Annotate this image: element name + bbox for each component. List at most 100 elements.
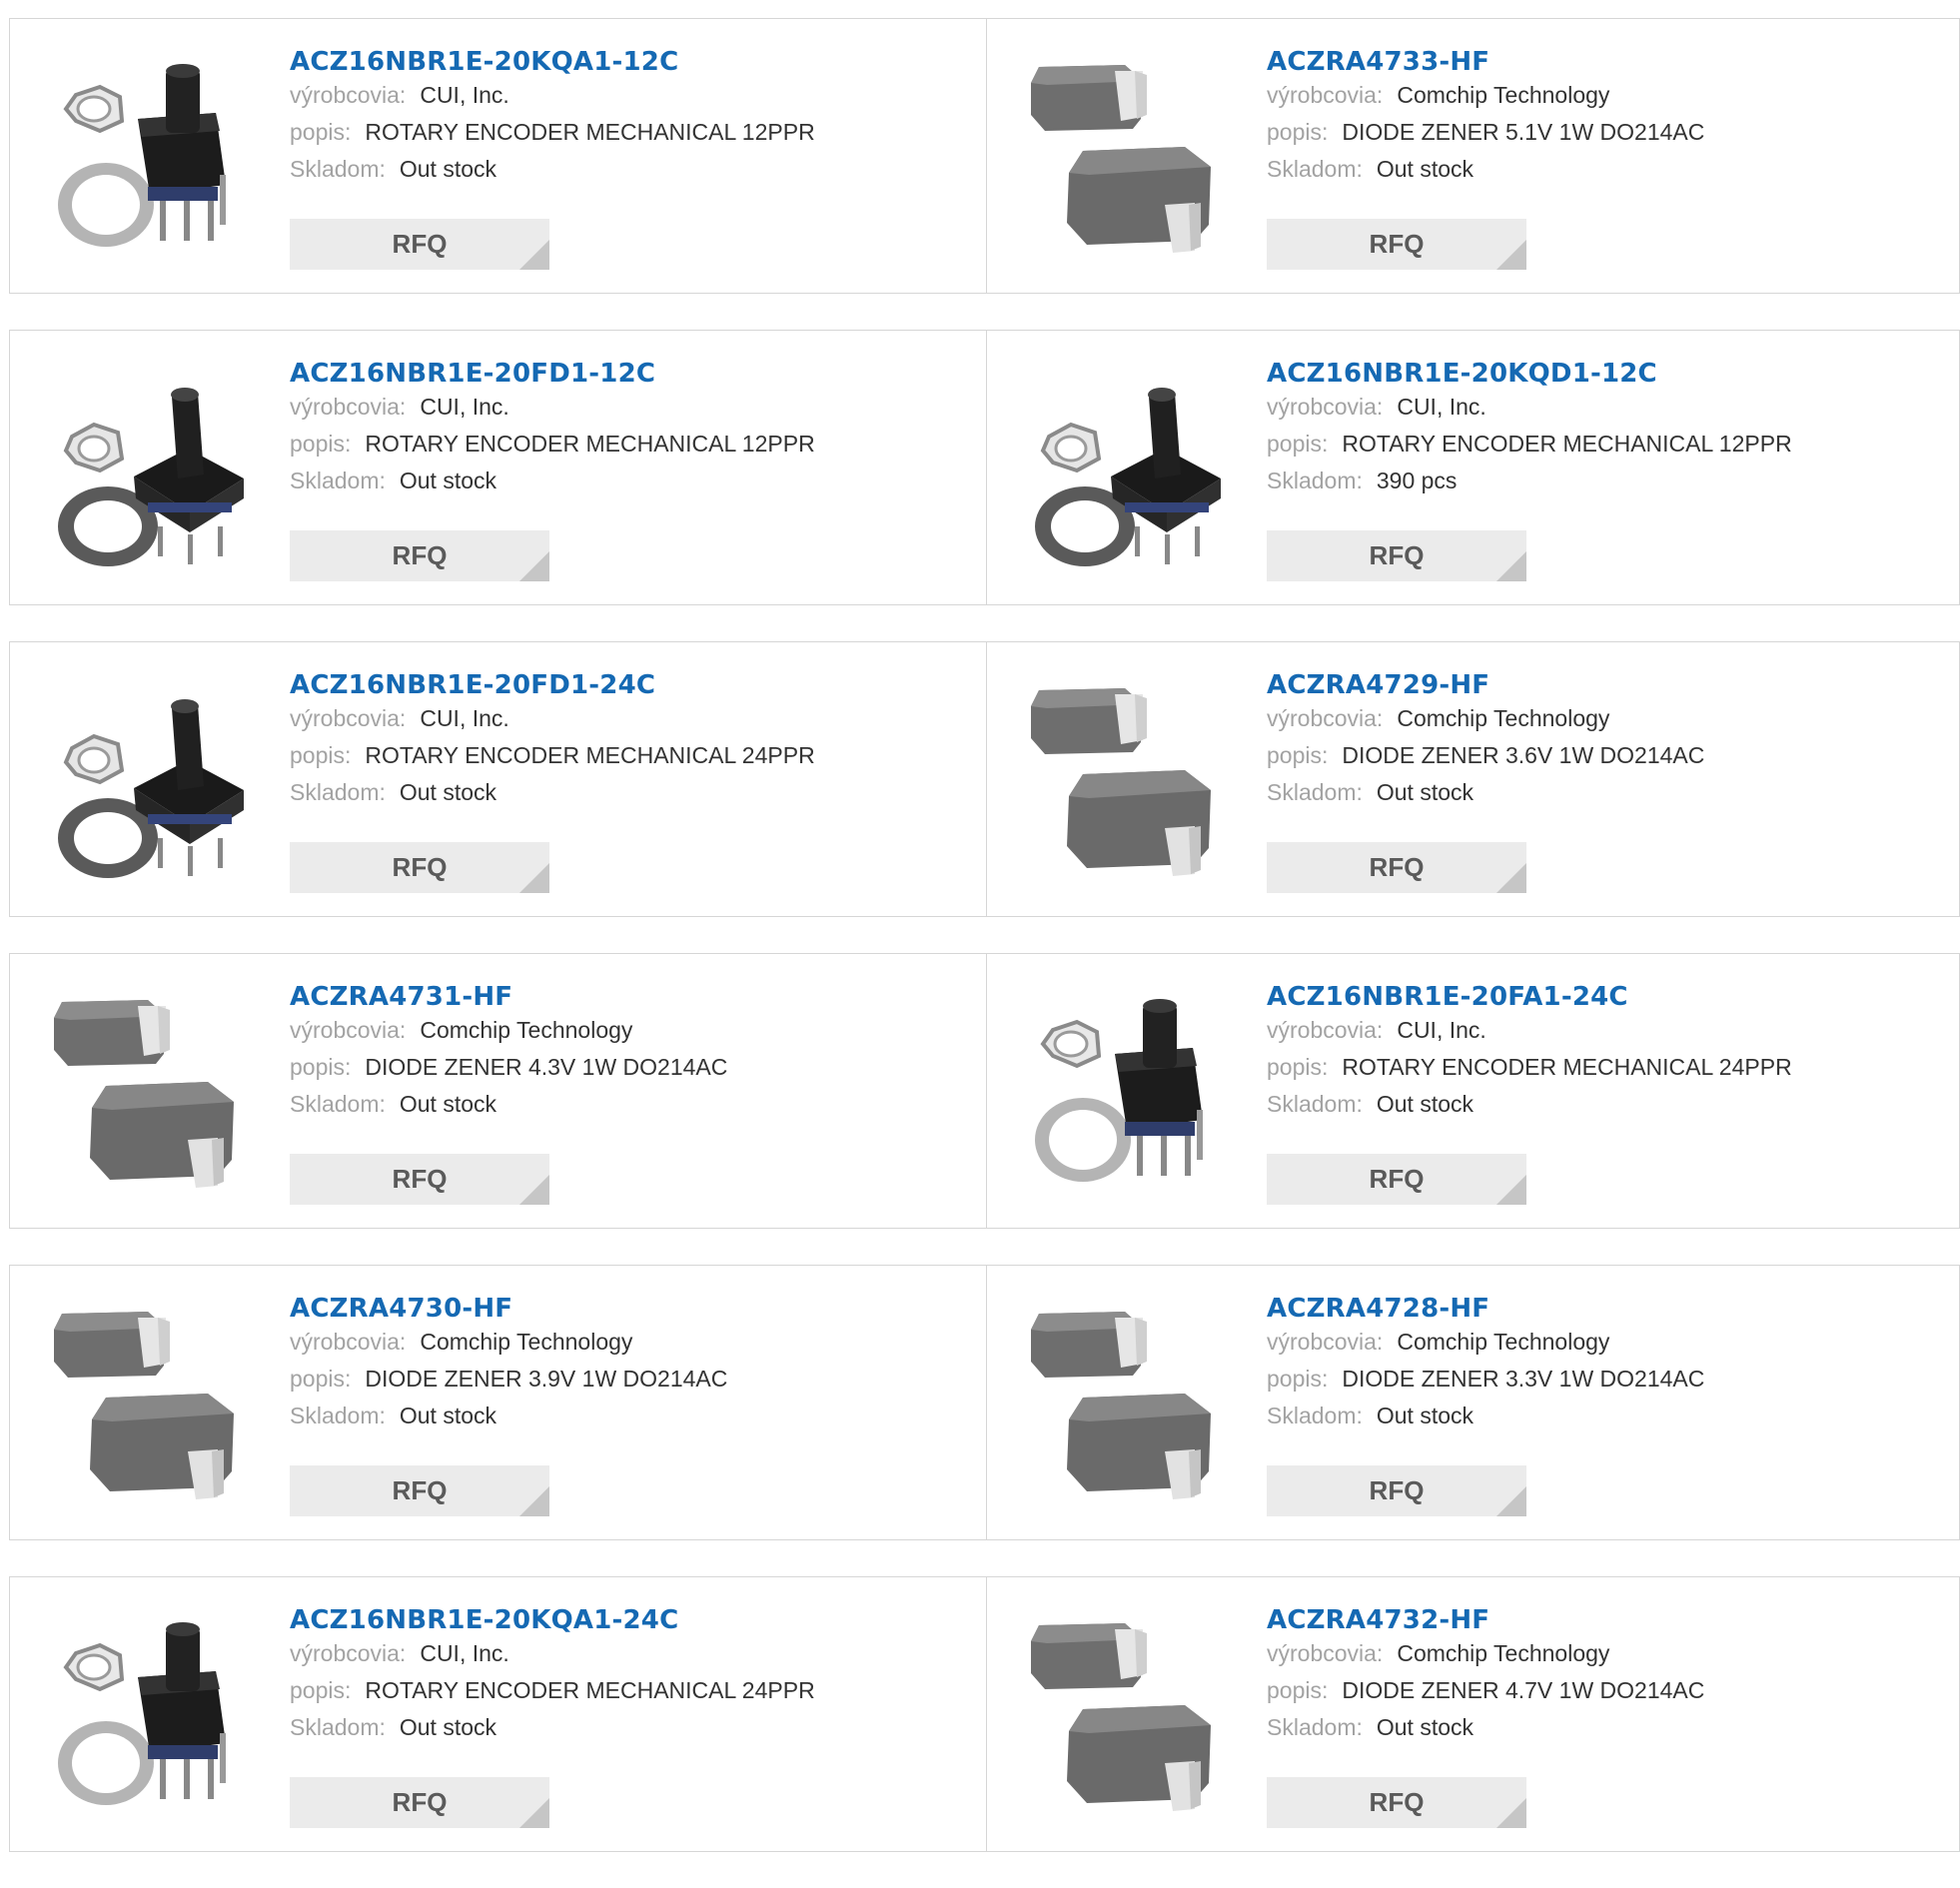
rfq-button[interactable]: RFQ [1267, 1777, 1526, 1828]
product-info: ACZRA4733-HF výrobcovia: Comchip Technolo… [1267, 47, 1704, 187]
rfq-button[interactable]: RFQ [1267, 1154, 1526, 1205]
part-number-link[interactable]: ACZRA4731-HF [290, 982, 727, 1012]
part-number-link[interactable]: ACZ16NBR1E-20FD1-24C [290, 670, 815, 700]
product-info: ACZ16NBR1E-20KQA1-24C výrobcovia: CUI, In… [290, 1605, 815, 1745]
manufacturer-value: Comchip Technology [420, 1017, 633, 1043]
manufacturer-label: výrobcovia: [290, 1640, 407, 1666]
rfq-button[interactable]: RFQ [290, 530, 549, 581]
stock-value: Out stock [1376, 1714, 1474, 1740]
manufacturer-value: Comchip Technology [1397, 705, 1610, 731]
manufacturer-value: CUI, Inc. [420, 82, 509, 108]
description-value: DIODE ZENER 3.9V 1W DO214AC [365, 1366, 728, 1392]
description-row: popis: ROTARY ENCODER MECHANICAL 24PPR [1267, 1049, 1792, 1086]
stock-label: Skladom: [1267, 1403, 1363, 1428]
manufacturer-label: výrobcovia: [1267, 82, 1384, 108]
rfq-button[interactable]: RFQ [290, 1777, 549, 1828]
description-label: popis: [290, 1677, 352, 1703]
part-number-link[interactable]: ACZ16NBR1E-20KQA1-24C [290, 1605, 815, 1635]
product-info: ACZRA4729-HF výrobcovia: Comchip Technolo… [1267, 670, 1704, 810]
product-row: ACZ16NBR1E-20FD1-24C výrobcovia: CUI, Inc… [9, 641, 1960, 917]
rfq-button[interactable]: RFQ [1267, 1465, 1526, 1516]
description-value: ROTARY ENCODER MECHANICAL 24PPR [365, 742, 815, 768]
corner-triangle-icon [519, 1175, 549, 1205]
description-label: popis: [290, 431, 352, 457]
stock-label: Skladom: [1267, 1714, 1363, 1740]
product-card: ACZRA4731-HF výrobcovia: Comchip Technolo… [9, 953, 987, 1229]
rfq-button[interactable]: RFQ [290, 1465, 549, 1516]
description-value: DIODE ZENER 4.3V 1W DO214AC [365, 1054, 728, 1080]
corner-triangle-icon [1496, 551, 1526, 581]
zener-diode-image [1025, 1613, 1230, 1818]
manufacturer-row: výrobcovia: Comchip Technology [1267, 1324, 1704, 1361]
manufacturer-label: výrobcovia: [290, 1329, 407, 1355]
description-label: popis: [1267, 1054, 1329, 1080]
rotary-encoder-d-image [48, 367, 253, 571]
part-number-link[interactable]: ACZ16NBR1E-20KQA1-12C [290, 47, 815, 77]
product-info: ACZRA4731-HF výrobcovia: Comchip Technolo… [290, 982, 727, 1122]
part-number-link[interactable]: ACZ16NBR1E-20FD1-12C [290, 359, 815, 389]
rfq-button[interactable]: RFQ [1267, 842, 1526, 893]
description-value: DIODE ZENER 3.3V 1W DO214AC [1342, 1366, 1705, 1392]
description-row: popis: DIODE ZENER 5.1V 1W DO214AC [1267, 114, 1704, 151]
description-row: popis: ROTARY ENCODER MECHANICAL 12PPR [290, 426, 815, 463]
corner-triangle-icon [1496, 1798, 1526, 1828]
product-card: ACZRA4730-HF výrobcovia: Comchip Technolo… [9, 1265, 987, 1540]
manufacturer-label: výrobcovia: [1267, 1017, 1384, 1043]
manufacturer-label: výrobcovia: [290, 82, 407, 108]
part-number-link[interactable]: ACZRA4729-HF [1267, 670, 1704, 700]
part-number-link[interactable]: ACZRA4730-HF [290, 1294, 727, 1324]
description-value: DIODE ZENER 5.1V 1W DO214AC [1342, 119, 1705, 145]
zener-diode-image [1025, 55, 1230, 260]
description-value: DIODE ZENER 4.7V 1W DO214AC [1342, 1677, 1705, 1703]
rotary-encoder-image [1025, 990, 1230, 1195]
description-label: popis: [1267, 1677, 1329, 1703]
stock-label: Skladom: [1267, 468, 1363, 493]
product-card: ACZ16NBR1E-20FD1-12C výrobcovia: CUI, Inc… [9, 330, 987, 605]
product-row: ACZ16NBR1E-20KQA1-12C výrobcovia: CUI, In… [9, 18, 1960, 294]
stock-label: Skladom: [290, 1091, 386, 1117]
rfq-button-label: RFQ [1369, 229, 1425, 259]
stock-value: Out stock [399, 1091, 497, 1117]
stock-label: Skladom: [290, 1403, 386, 1428]
description-label: popis: [290, 1366, 352, 1392]
stock-row: Skladom: Out stock [1267, 774, 1704, 810]
rfq-button[interactable]: RFQ [290, 1154, 549, 1205]
part-number-link[interactable]: ACZRA4732-HF [1267, 1605, 1704, 1635]
corner-triangle-icon [519, 1798, 549, 1828]
product-card: ACZRA4729-HF výrobcovia: Comchip Technolo… [987, 641, 1960, 917]
description-value: ROTARY ENCODER MECHANICAL 12PPR [365, 431, 815, 457]
stock-value: Out stock [1376, 1091, 1474, 1117]
part-number-link[interactable]: ACZ16NBR1E-20FA1-24C [1267, 982, 1792, 1012]
part-number-link[interactable]: ACZ16NBR1E-20KQD1-12C [1267, 359, 1792, 389]
stock-value: Out stock [399, 1403, 497, 1428]
part-number-link[interactable]: ACZRA4728-HF [1267, 1294, 1704, 1324]
product-info: ACZ16NBR1E-20FD1-12C výrobcovia: CUI, Inc… [290, 359, 815, 498]
rfq-button[interactable]: RFQ [1267, 219, 1526, 270]
product-card: ACZ16NBR1E-20KQA1-12C výrobcovia: CUI, In… [9, 18, 987, 294]
product-info: ACZ16NBR1E-20KQA1-12C výrobcovia: CUI, In… [290, 47, 815, 187]
stock-row: Skladom: Out stock [1267, 1709, 1704, 1745]
rfq-button[interactable]: RFQ [290, 219, 549, 270]
product-row: ACZ16NBR1E-20FD1-12C výrobcovia: CUI, Inc… [9, 330, 1960, 605]
description-row: popis: DIODE ZENER 3.3V 1W DO214AC [1267, 1361, 1704, 1398]
corner-triangle-icon [1496, 1175, 1526, 1205]
manufacturer-value: CUI, Inc. [420, 705, 509, 731]
rfq-button-label: RFQ [392, 1164, 448, 1194]
manufacturer-value: Comchip Technology [1397, 1640, 1610, 1666]
stock-label: Skladom: [290, 468, 386, 493]
rfq-button-label: RFQ [392, 1475, 448, 1505]
part-number-link[interactable]: ACZRA4733-HF [1267, 47, 1704, 77]
manufacturer-value: Comchip Technology [1397, 1329, 1610, 1355]
description-label: popis: [1267, 431, 1329, 457]
product-info: ACZ16NBR1E-20KQD1-12C výrobcovia: CUI, In… [1267, 359, 1792, 498]
corner-triangle-icon [1496, 240, 1526, 270]
description-label: popis: [290, 119, 352, 145]
manufacturer-row: výrobcovia: Comchip Technology [290, 1324, 727, 1361]
stock-row: Skladom: Out stock [290, 774, 815, 810]
rfq-button[interactable]: RFQ [290, 842, 549, 893]
description-row: popis: ROTARY ENCODER MECHANICAL 24PPR [290, 1672, 815, 1709]
product-card: ACZ16NBR1E-20KQA1-24C výrobcovia: CUI, In… [9, 1576, 987, 1852]
manufacturer-label: výrobcovia: [290, 1017, 407, 1043]
rfq-button-label: RFQ [392, 540, 448, 570]
rfq-button[interactable]: RFQ [1267, 530, 1526, 581]
